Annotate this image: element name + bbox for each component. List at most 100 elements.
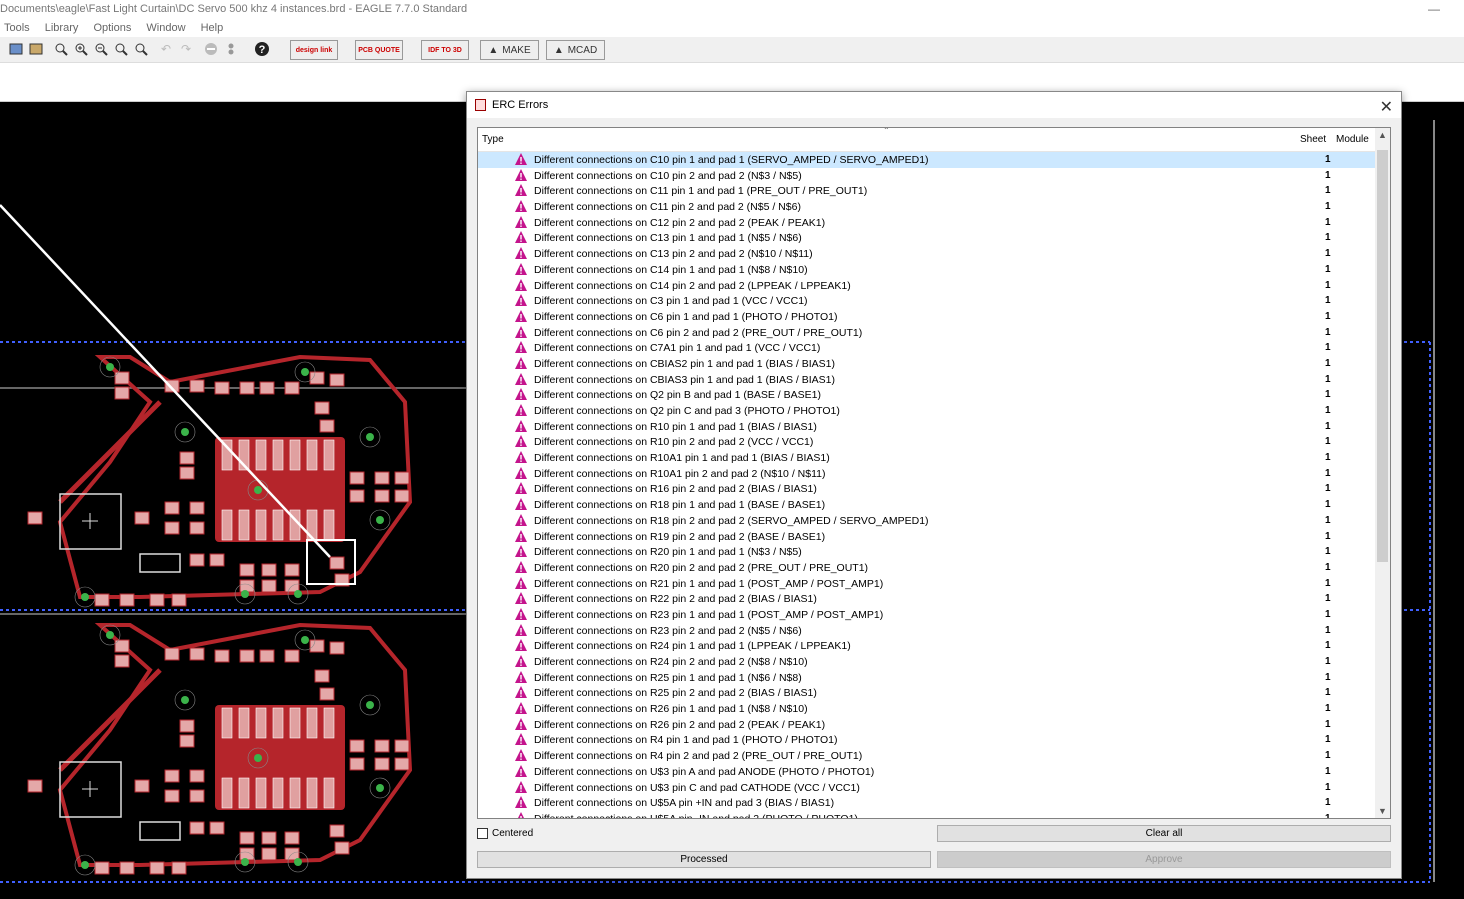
error-row[interactable]: Different connections on R21 pin 1 and p… — [478, 576, 1375, 592]
processed-button[interactable]: Processed — [477, 851, 931, 868]
error-row[interactable]: Different connections on C12 pin 2 and p… — [478, 215, 1375, 231]
error-row[interactable]: Different connections on C7A1 pin 1 and … — [478, 340, 1375, 356]
menu-tools[interactable]: Tools — [4, 20, 30, 36]
error-row[interactable]: Different connections on C3 pin 1 and pa… — [478, 293, 1375, 309]
layer-settings-icon[interactable] — [8, 41, 24, 57]
error-row[interactable]: Different connections on C14 pin 1 and p… — [478, 262, 1375, 278]
pcb-quote-button[interactable]: PCB QUOTE — [355, 40, 403, 60]
error-text: Different connections on CBIAS3 pin 1 an… — [534, 373, 835, 386]
error-row[interactable]: Different connections on R18 pin 1 and p… — [478, 497, 1375, 513]
error-row[interactable]: Different connections on C14 pin 2 and p… — [478, 278, 1375, 294]
error-row[interactable]: Different connections on CBIAS3 pin 1 an… — [478, 372, 1375, 388]
checkbox-box[interactable] — [477, 828, 488, 839]
error-row[interactable]: Different connections on Q2 pin C and pa… — [478, 403, 1375, 419]
menu-window[interactable]: Window — [146, 20, 185, 36]
error-row[interactable]: Different connections on R10A1 pin 2 and… — [478, 466, 1375, 482]
error-row[interactable]: Different connections on R23 pin 2 and p… — [478, 623, 1375, 639]
warning-icon — [515, 576, 527, 589]
error-row[interactable]: Different connections on R18 pin 2 and p… — [478, 513, 1375, 529]
error-row[interactable]: Different connections on R25 pin 2 and p… — [478, 685, 1375, 701]
error-row[interactable]: Different connections on R10 pin 2 and p… — [478, 434, 1375, 450]
error-row[interactable]: Different connections on C13 pin 1 and p… — [478, 230, 1375, 246]
help-icon[interactable]: ? — [254, 41, 270, 57]
error-sheet: 1 — [1325, 405, 1331, 416]
error-row[interactable]: Different connections on R24 pin 2 and p… — [478, 654, 1375, 670]
scroll-thumb[interactable] — [1377, 150, 1388, 562]
zoom-select-icon[interactable] — [133, 41, 149, 57]
error-text: Different connections on R21 pin 1 and p… — [534, 577, 884, 590]
column-type[interactable]: Type — [482, 134, 504, 145]
error-row[interactable]: Different connections on C10 pin 2 and p… — [478, 168, 1375, 184]
error-row[interactable]: Different connections on CBIAS2 pin 1 an… — [478, 356, 1375, 372]
error-row[interactable]: Different connections on R20 pin 1 and p… — [478, 544, 1375, 560]
error-row[interactable]: Different connections on R22 pin 2 and p… — [478, 591, 1375, 607]
make-button[interactable]: ▲ MAKE — [480, 40, 539, 60]
zoom-fit-icon[interactable] — [53, 41, 69, 57]
error-row[interactable]: Different connections on U$3 pin C and p… — [478, 780, 1375, 796]
column-sheet[interactable]: Sheet — [1300, 134, 1326, 145]
error-row[interactable]: Different connections on C10 pin 1 and p… — [478, 152, 1375, 168]
zoom-in-icon[interactable] — [73, 41, 89, 57]
error-row[interactable]: Different connections on R10A1 pin 1 and… — [478, 450, 1375, 466]
minimize-button[interactable]: — — [1428, 0, 1440, 18]
smd-pad — [261, 847, 277, 861]
scroll-down-icon[interactable]: ▼ — [1378, 806, 1387, 816]
smd-pad — [374, 489, 390, 503]
error-row[interactable]: Different connections on R24 pin 1 and p… — [478, 638, 1375, 654]
scroll-up-icon[interactable]: ▲ — [1378, 130, 1387, 140]
grid-icon[interactable] — [28, 41, 44, 57]
zoom-out-icon[interactable] — [93, 41, 109, 57]
undo-icon[interactable]: ↶ — [158, 41, 174, 57]
error-row[interactable]: Different connections on R10 pin 1 and p… — [478, 419, 1375, 435]
error-text: Different connections on C11 pin 1 and p… — [534, 185, 868, 198]
error-sheet: 1 — [1325, 546, 1331, 558]
menu-options[interactable]: Options — [93, 20, 131, 36]
error-row[interactable]: Different connections on C11 pin 1 and p… — [478, 183, 1375, 199]
error-row[interactable]: Different connections on U$5A pin -IN an… — [478, 811, 1375, 818]
error-row[interactable]: Different connections on U$3 pin A and p… — [478, 764, 1375, 780]
error-row[interactable]: Different connections on R26 pin 2 and p… — [478, 717, 1375, 733]
error-sheet: 1 — [1325, 420, 1331, 432]
centered-checkbox[interactable]: Centered — [477, 828, 533, 839]
dialog-title: ERC Errors — [492, 99, 549, 111]
stop-icon[interactable] — [203, 41, 219, 57]
error-row[interactable]: Different connections on R20 pin 2 and p… — [478, 560, 1375, 576]
error-row[interactable]: Different connections on R16 pin 2 and p… — [478, 481, 1375, 497]
approve-button[interactable]: Approve — [937, 851, 1391, 868]
menu-library[interactable]: Library — [45, 20, 79, 36]
redo-icon[interactable]: ↷ — [178, 41, 194, 57]
error-row[interactable]: Different connections on R23 pin 1 and p… — [478, 607, 1375, 623]
error-row[interactable]: Different connections on R4 pin 2 and pa… — [478, 748, 1375, 764]
error-row[interactable]: Different connections on U$5A pin +IN an… — [478, 795, 1375, 811]
error-row[interactable]: Different connections on C11 pin 2 and p… — [478, 199, 1375, 215]
warning-icon — [515, 796, 527, 809]
smd-pad — [329, 556, 345, 570]
error-row[interactable]: Different connections on Q2 pin B and pa… — [478, 387, 1375, 403]
clear-all-button[interactable]: Clear all — [937, 825, 1391, 842]
go-icon[interactable] — [223, 41, 239, 57]
error-row[interactable]: Different connections on R26 pin 1 and p… — [478, 701, 1375, 717]
error-row[interactable]: Different connections on C6 pin 2 and pa… — [478, 325, 1375, 341]
warning-icon — [515, 764, 527, 777]
error-row[interactable]: Different connections on R4 pin 1 and pa… — [478, 732, 1375, 748]
smd-pad — [239, 579, 255, 593]
error-row[interactable]: Different connections on C13 pin 2 and p… — [478, 246, 1375, 262]
error-sheet: 1 — [1325, 656, 1331, 667]
error-row[interactable]: Different connections on R19 pin 2 and p… — [478, 529, 1375, 545]
error-list[interactable]: ⌃ Type Sheet Module Different connection… — [477, 127, 1391, 819]
error-row[interactable]: Different connections on C6 pin 1 and pa… — [478, 309, 1375, 325]
menu-help[interactable]: Help — [201, 20, 224, 36]
design-link-button[interactable]: design link — [290, 40, 338, 60]
vertical-scrollbar[interactable]: ▲ ▼ — [1375, 128, 1390, 818]
idf-to-3d-button[interactable]: IDF TO 3D — [421, 40, 469, 60]
dialog-titlebar: ERC Errors ✕ — [467, 92, 1401, 118]
warning-icon — [515, 278, 527, 291]
close-button[interactable]: ✕ — [1380, 95, 1393, 121]
warning-icon — [515, 372, 527, 385]
error-row[interactable]: Different connections on R25 pin 1 and p… — [478, 670, 1375, 686]
smd-pad — [189, 647, 205, 661]
mcad-button[interactable]: ▲ MCAD — [546, 40, 605, 60]
zoom-redraw-icon[interactable] — [113, 41, 129, 57]
column-module[interactable]: Module — [1336, 134, 1369, 145]
warning-icon — [515, 231, 527, 244]
